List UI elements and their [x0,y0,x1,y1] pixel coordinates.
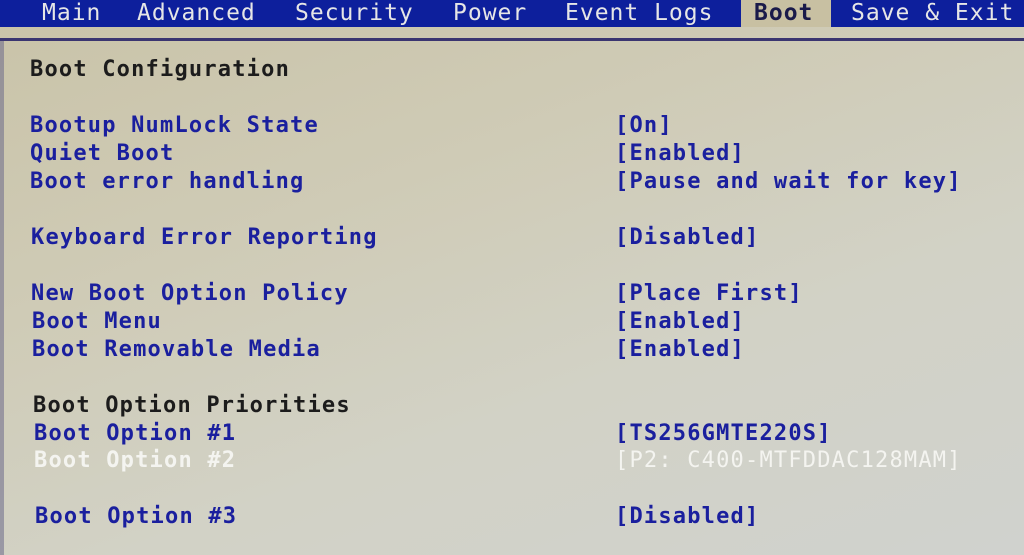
tab-event-logs[interactable]: Event Logs [565,0,713,27]
top-menu-bar: Main Advanced Security Power Event Logs … [0,0,1024,27]
setting-label-quiet-boot[interactable]: Quiet Boot [30,140,174,168]
setting-label-boot-menu[interactable]: Boot Menu [32,308,162,336]
setting-label-boot-removable-media[interactable]: Boot Removable Media [32,336,321,364]
setting-value-quiet-boot[interactable]: [Enabled] [615,140,745,168]
frame-left-edge [0,41,4,555]
boot-option-2-value[interactable]: [P2: C400-MTFDDAC128MAM] [615,447,962,475]
tab-main[interactable]: Main [42,0,101,27]
menu-divider [0,38,1024,41]
tab-save-exit[interactable]: Save & Exit [851,0,1014,27]
boot-option-1-label[interactable]: Boot Option #1 [34,420,236,448]
tab-advanced[interactable]: Advanced [137,0,256,27]
boot-option-1-value[interactable]: [TS256GMTE220S] [615,420,832,448]
setting-value-new-boot-option-policy[interactable]: [Place First] [615,280,803,308]
section-title: Boot Configuration [30,57,291,82]
setting-label-new-boot-option-policy[interactable]: New Boot Option Policy [31,280,349,308]
boot-option-3-label[interactable]: Boot Option #3 [35,503,237,531]
priorities-title: Boot Option Priorities [33,393,351,418]
setting-value-boot-error-handling[interactable]: [Pause and wait for key] [615,168,962,196]
setting-label-numlock[interactable]: Bootup NumLock State [30,112,319,140]
setting-value-boot-menu[interactable]: [Enabled] [615,308,745,336]
tab-security[interactable]: Security [295,0,414,27]
setting-value-keyboard-error-reporting[interactable]: [Disabled] [615,224,759,252]
setting-label-keyboard-error-reporting[interactable]: Keyboard Error Reporting [31,224,378,252]
boot-option-3-value[interactable]: [Disabled] [615,503,759,531]
setting-label-boot-error-handling[interactable]: Boot error handling [30,168,304,196]
tab-boot[interactable]: Boot [741,0,831,27]
setting-value-numlock[interactable]: [On] [615,112,673,140]
tab-power[interactable]: Power [453,0,527,27]
setting-value-boot-removable-media[interactable]: [Enabled] [615,336,745,364]
boot-option-2-label[interactable]: Boot Option #2 [34,447,236,475]
